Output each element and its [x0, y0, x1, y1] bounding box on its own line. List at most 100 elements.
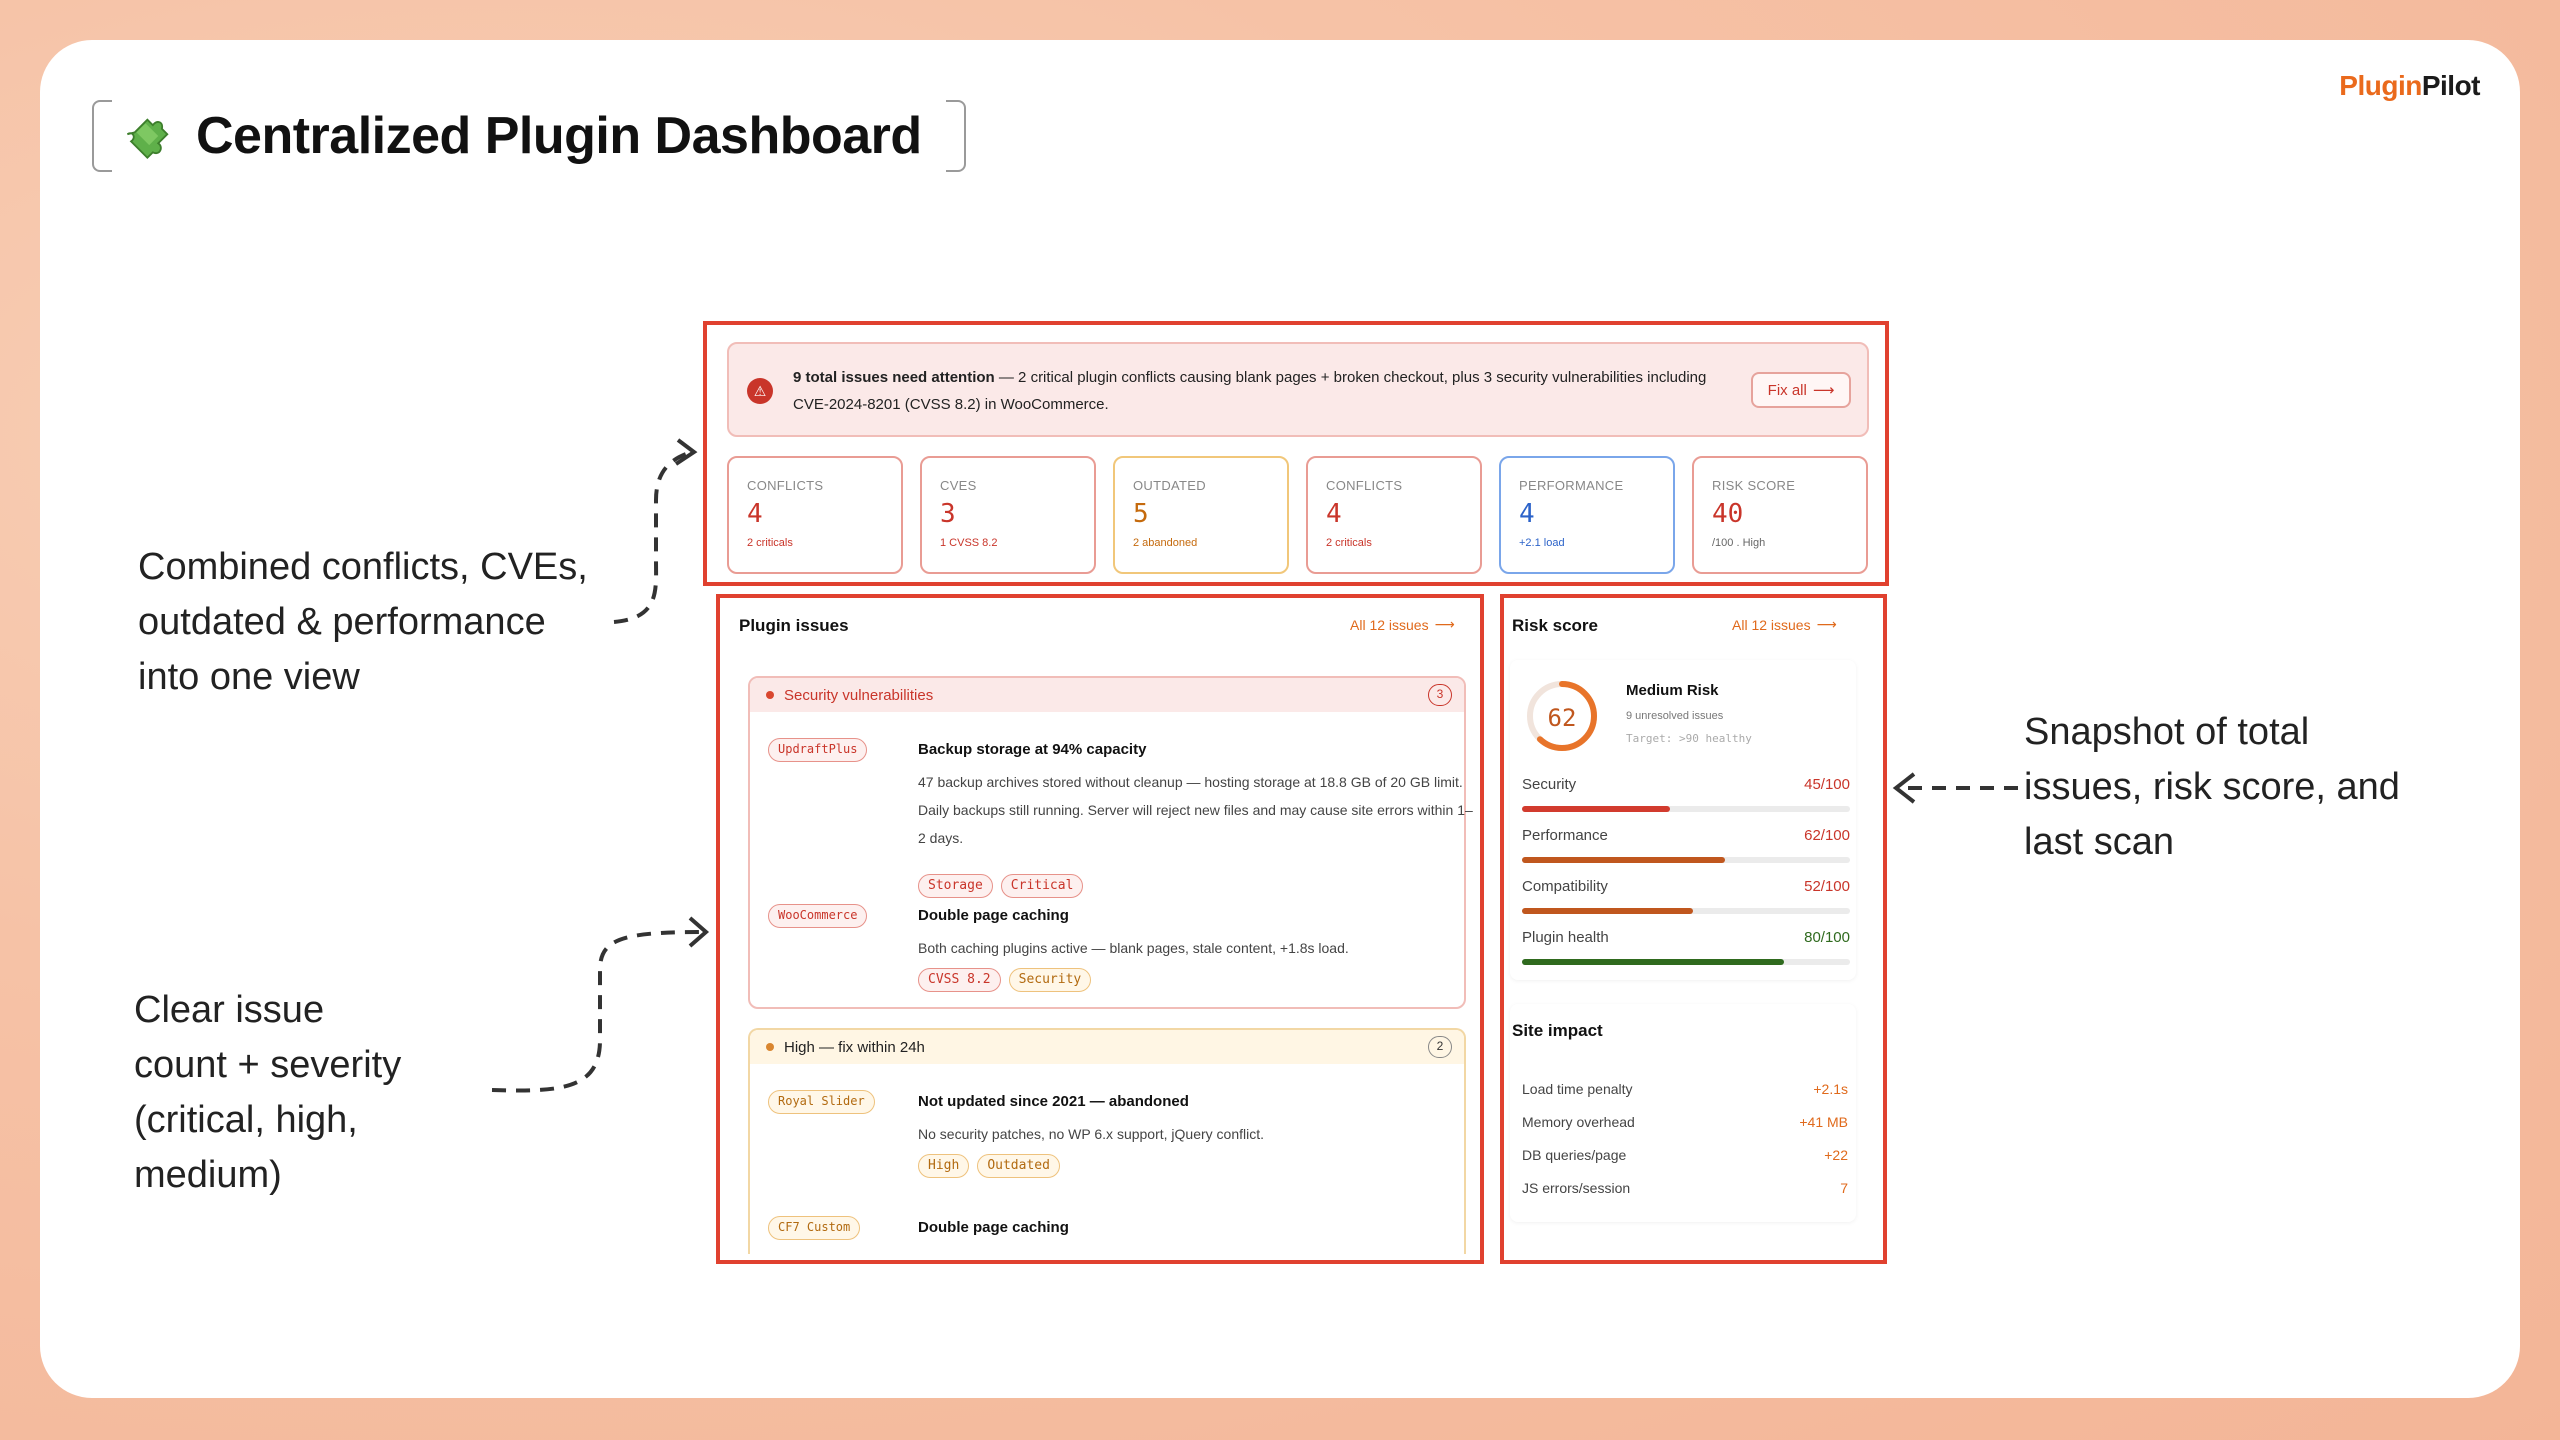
metric-value: 52/100	[1804, 878, 1850, 895]
stat-value: 5	[1133, 499, 1149, 529]
issue-description: No security patches, no WP 6.x support, …	[918, 1126, 1265, 1142]
risk-level: Medium Risk	[1626, 682, 1719, 699]
impact-label: Load time penalty	[1522, 1081, 1633, 1097]
stat-card-performance[interactable]: PERFORMANCE 4 +2.1 load	[1499, 456, 1675, 574]
site-impact-title: Site impact	[1512, 1021, 1603, 1040]
risk-score-title: Risk score	[1512, 616, 1598, 635]
chip: Critical	[1000, 874, 1084, 898]
unresolved-count: 9 unresolved issues	[1626, 710, 1724, 722]
metric-fill	[1522, 806, 1670, 812]
issue-item[interactable]: UpdraftPlus Backup storage at 94% capaci…	[768, 738, 1473, 898]
issue-description: 47 backup archives stored without cleanu…	[918, 774, 1473, 846]
metric-value: 62/100	[1804, 827, 1850, 844]
metric-fill	[1522, 857, 1726, 863]
gauge-score: 62	[1548, 704, 1577, 732]
issue-group-high: High — fix within 24h 2 Royal Slider Not…	[748, 1028, 1466, 1254]
arrow-right-icon: ⟶	[1816, 616, 1837, 632]
arrow-to-issues	[491, 930, 701, 1093]
group-name: Security vulnerabilities	[784, 686, 934, 704]
plugin-issues-title: Plugin issues	[739, 616, 849, 635]
issue-chips: CVSS 8.2 Security	[918, 968, 1092, 992]
issue-title: Double page caching	[918, 1219, 1069, 1236]
arrow-head-stats	[674, 438, 698, 466]
stat-card-cves[interactable]: CVES 3 1 CVSS 8.2	[920, 456, 1096, 574]
metric-value: 80/100	[1804, 929, 1850, 946]
impact-label: JS errors/session	[1522, 1180, 1631, 1196]
impact-value: +2.1s	[1813, 1081, 1848, 1097]
arrow-right-icon: ⟶	[1434, 616, 1455, 632]
chip: Outdated	[977, 1154, 1060, 1178]
chip: High	[918, 1154, 970, 1178]
issue-title: Not updated since 2021 — abandoned	[918, 1093, 1189, 1110]
stat-sub: /100 . High	[1712, 537, 1766, 549]
plugin-issues-all-link[interactable]: All 12 issues ⟶	[1350, 616, 1455, 633]
stat-card-conflicts[interactable]: CONFLICTS 4 2 criticals	[727, 456, 903, 574]
chip: Security	[1008, 968, 1092, 992]
issue-item[interactable]: Royal Slider Not updated since 2021 — ab…	[768, 1090, 1458, 1190]
stat-sub: 2 abandoned	[1133, 537, 1198, 549]
fix-all-button[interactable]: Fix all ⟶	[1751, 372, 1851, 408]
stat-value: 4	[1519, 499, 1535, 529]
stat-label: RISK SCORE	[1712, 478, 1796, 493]
arrow-right-icon: ⟶	[1812, 382, 1835, 399]
severity-dot-icon	[766, 691, 774, 699]
stat-sub: +2.1 load	[1519, 537, 1565, 549]
issue-chips: High Outdated	[918, 1154, 1060, 1178]
issue-description: Both caching plugins active — blank page…	[918, 940, 1349, 956]
stat-label: CVES	[940, 478, 977, 493]
stat-label: PERFORMANCE	[1519, 478, 1624, 493]
risk-gauge: 62	[1527, 681, 1597, 751]
plugin-tag: UpdraftPlus	[768, 738, 868, 762]
plugin-tag: Royal Slider	[768, 1090, 875, 1114]
metric-track	[1522, 908, 1850, 914]
metric-label: Compatibility	[1522, 878, 1608, 895]
group-count-badge: 3	[1428, 684, 1452, 706]
metric-fill	[1522, 908, 1693, 914]
metric-track	[1522, 959, 1850, 965]
alert-banner: ⚠ 9 total issues need attention — 2 crit…	[727, 342, 1869, 437]
issue-chips: Storage Critical	[918, 874, 1084, 898]
issue-item[interactable]: WooCommerce Double page caching Both cac…	[768, 904, 1458, 994]
stat-label: OUTDATED	[1133, 478, 1206, 493]
metric-label: Security	[1522, 776, 1577, 793]
impact-label: Memory overhead	[1522, 1114, 1635, 1130]
risk-all-issues-link[interactable]: All 12 issues ⟶	[1732, 616, 1837, 633]
alert-message: 9 total issues need attention — 2 critic…	[793, 369, 1707, 413]
chip: CVSS 8.2	[918, 968, 1001, 992]
impact-value: +22	[1824, 1147, 1848, 1163]
stat-card-conflicts-2[interactable]: CONFLICTS 4 2 criticals	[1306, 456, 1482, 574]
metric-track	[1522, 857, 1850, 863]
impact-value: 7	[1840, 1180, 1848, 1196]
impact-value: +41 MB	[1799, 1114, 1848, 1130]
issue-item[interactable]: CF7 Custom Double page caching	[768, 1216, 1458, 1254]
stat-label: CONFLICTS	[747, 478, 824, 493]
risk-target: Target: >90 healthy	[1626, 732, 1752, 745]
stat-value: 4	[1326, 499, 1342, 529]
issue-group-security: Security vulnerabilities 3 UpdraftPlus B…	[748, 676, 1473, 1009]
metric-fill	[1522, 959, 1785, 965]
severity-dot-icon	[766, 1043, 774, 1051]
metric-label: Performance	[1522, 827, 1608, 844]
metric-track	[1522, 806, 1850, 812]
issue-title: Backup storage at 94% capacity	[918, 741, 1147, 758]
stat-card-outdated[interactable]: OUTDATED 5 2 abandoned	[1113, 456, 1289, 574]
plugin-tag: CF7 Custom	[768, 1216, 861, 1240]
chip: Storage	[918, 874, 993, 898]
metric-label: Plugin health	[1522, 929, 1609, 946]
stat-value: 4	[747, 499, 763, 529]
stat-label: CONFLICTS	[1326, 478, 1403, 493]
group-count-badge: 2	[1428, 1036, 1452, 1058]
issue-title: Double page caching	[918, 907, 1069, 924]
impact-label: DB queries/page	[1522, 1147, 1627, 1163]
metric-value: 45/100	[1804, 776, 1850, 793]
stat-value: 40	[1712, 499, 1744, 529]
group-name: High — fix within 24h	[784, 1038, 925, 1056]
plugin-tag: WooCommerce	[768, 904, 868, 928]
issue-group-header[interactable]: Security vulnerabilities 3	[750, 678, 1464, 712]
stat-sub: 2 criticals	[747, 537, 793, 549]
stat-sub: 1 CVSS 8.2	[940, 537, 998, 549]
arrow-to-stats	[613, 450, 693, 624]
issue-group-header[interactable]: High — fix within 24h 2	[750, 1030, 1464, 1064]
stat-card-risk-score[interactable]: RISK SCORE 40 /100 . High	[1692, 456, 1868, 574]
stat-value: 3	[940, 499, 956, 529]
